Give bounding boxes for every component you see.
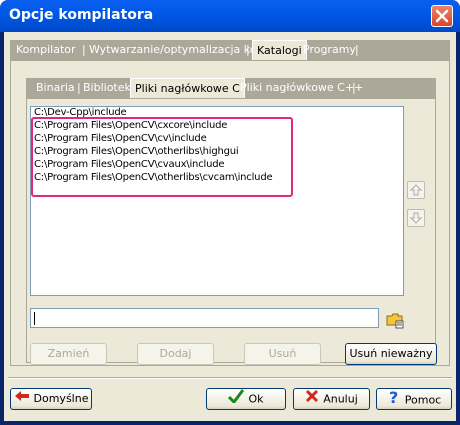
text-caret [34, 312, 35, 325]
subtab-pliki-c[interactable]: Pliki nagłówkowe C [130, 78, 245, 98]
directory-list[interactable]: C:\Dev-Cpp\include C:\Program Files\Open… [30, 106, 404, 296]
tab-kompilator[interactable]: Kompilator [12, 40, 80, 60]
title-bar[interactable]: Opcje kompilatora [0, 0, 460, 32]
replace-button[interactable]: Zamień [30, 343, 107, 365]
question-icon: ? [387, 388, 401, 412]
window-title: Opcje kompilatora [9, 7, 154, 23]
defaults-label: Domyślne [33, 392, 89, 405]
dialog-window: Opcje kompilatora Kompilator | Wytwarzan… [0, 0, 460, 425]
tab-separator: | [355, 43, 359, 56]
svg-text:?: ? [389, 389, 398, 405]
close-button[interactable] [431, 5, 453, 27]
close-icon [435, 9, 449, 23]
delete-button[interactable]: Usuń [244, 343, 321, 365]
delete-invalid-button[interactable]: Usuń nieważny [345, 343, 437, 365]
move-down-button[interactable] [407, 209, 425, 227]
move-up-button[interactable] [407, 181, 425, 199]
checkmark-icon [228, 389, 245, 410]
separator [8, 377, 452, 379]
arrow-left-icon [14, 389, 30, 409]
help-label: Pomoc [404, 393, 442, 407]
arrow-up-icon [409, 184, 423, 196]
path-input[interactable] [30, 308, 379, 328]
cancel-label: Anuluj [323, 392, 358, 406]
ok-label: Ok [248, 392, 264, 406]
folder-icon [386, 313, 404, 329]
help-button[interactable]: ? Pomoc [376, 388, 452, 410]
defaults-button[interactable]: Domyślne [10, 388, 92, 410]
dialog-body: Kompilator | Wytwarzanie/optymalizacja k… [4, 32, 456, 421]
highlight-box [31, 117, 293, 197]
cancel-button[interactable]: Anuluj [293, 388, 370, 410]
add-button[interactable]: Dodaj [137, 343, 214, 365]
subtab-binaria[interactable]: Binaria [32, 78, 79, 98]
arrow-down-icon [409, 212, 423, 224]
tab-separator: | [352, 81, 356, 94]
x-icon [305, 389, 319, 410]
ok-button[interactable]: Ok [206, 388, 286, 410]
sub-tab-strip: Binaria | Biblioteki | Pliki nagłówkowe … [26, 78, 436, 98]
main-tab-strip: Kompilator | Wytwarzanie/optymalizacja k… [10, 40, 450, 60]
browse-folder-button[interactable] [385, 310, 405, 330]
